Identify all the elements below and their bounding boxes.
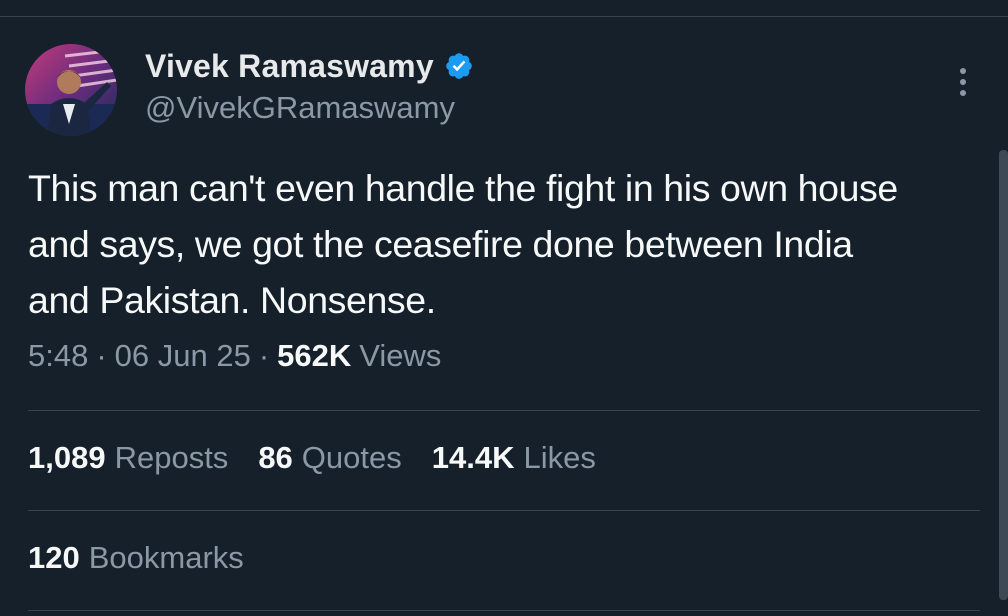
- reposts-label: Reposts: [114, 440, 229, 475]
- engagement-stats: 1,089 Reposts 86 Quotes 14.4K Likes: [28, 440, 626, 476]
- likes-count: 14.4K: [431, 440, 515, 475]
- quotes-label: Quotes: [301, 440, 402, 475]
- bookmarks-count: 120: [28, 540, 80, 575]
- tweet-text-line: and Pakistan. Nonsense.: [28, 279, 436, 321]
- tweet-date[interactable]: 06 Jun 25: [115, 338, 251, 374]
- divider: [28, 410, 980, 411]
- quotes-count: 86: [258, 440, 293, 475]
- bookmarks-label: Bookmarks: [88, 540, 244, 575]
- author-display-name[interactable]: Vivek Ramaswamy: [145, 48, 434, 85]
- divider: [28, 610, 980, 611]
- author-handle[interactable]: @VivekGRamaswamy: [145, 90, 455, 126]
- likes-stat[interactable]: 14.4K Likes: [432, 440, 596, 476]
- avatar[interactable]: [25, 44, 117, 136]
- meta-separator: ·: [96, 338, 107, 373]
- views-label[interactable]: Views: [359, 338, 441, 374]
- verified-badge-icon: [444, 51, 474, 81]
- likes-label: Likes: [523, 440, 596, 475]
- views-count[interactable]: 562K: [277, 338, 351, 374]
- tweet-time[interactable]: 5:48: [28, 338, 88, 374]
- quotes-stat[interactable]: 86 Quotes: [258, 440, 401, 476]
- tweet-text-line: and says, we got the ceasefire done betw…: [28, 223, 853, 265]
- tweet-text-line: This man can't even handle the fight in …: [28, 167, 898, 209]
- divider: [28, 510, 980, 511]
- author-name-row[interactable]: Vivek Ramaswamy: [145, 44, 474, 88]
- tweet-text: This man can't even handle the fight in …: [28, 160, 978, 328]
- scrollbar[interactable]: [999, 150, 1008, 600]
- reposts-count: 1,089: [28, 440, 106, 475]
- meta-separator: ·: [258, 338, 270, 373]
- bookmarks-stats: 120 Bookmarks: [28, 540, 274, 576]
- reposts-stat[interactable]: 1,089 Reposts: [28, 440, 228, 476]
- bookmarks-stat[interactable]: 120 Bookmarks: [28, 540, 244, 576]
- top-divider: [0, 16, 1008, 17]
- more-vertical-icon[interactable]: [948, 60, 978, 104]
- tweet-meta: 5:48 · 06 Jun 25 · 562K Views: [28, 338, 441, 374]
